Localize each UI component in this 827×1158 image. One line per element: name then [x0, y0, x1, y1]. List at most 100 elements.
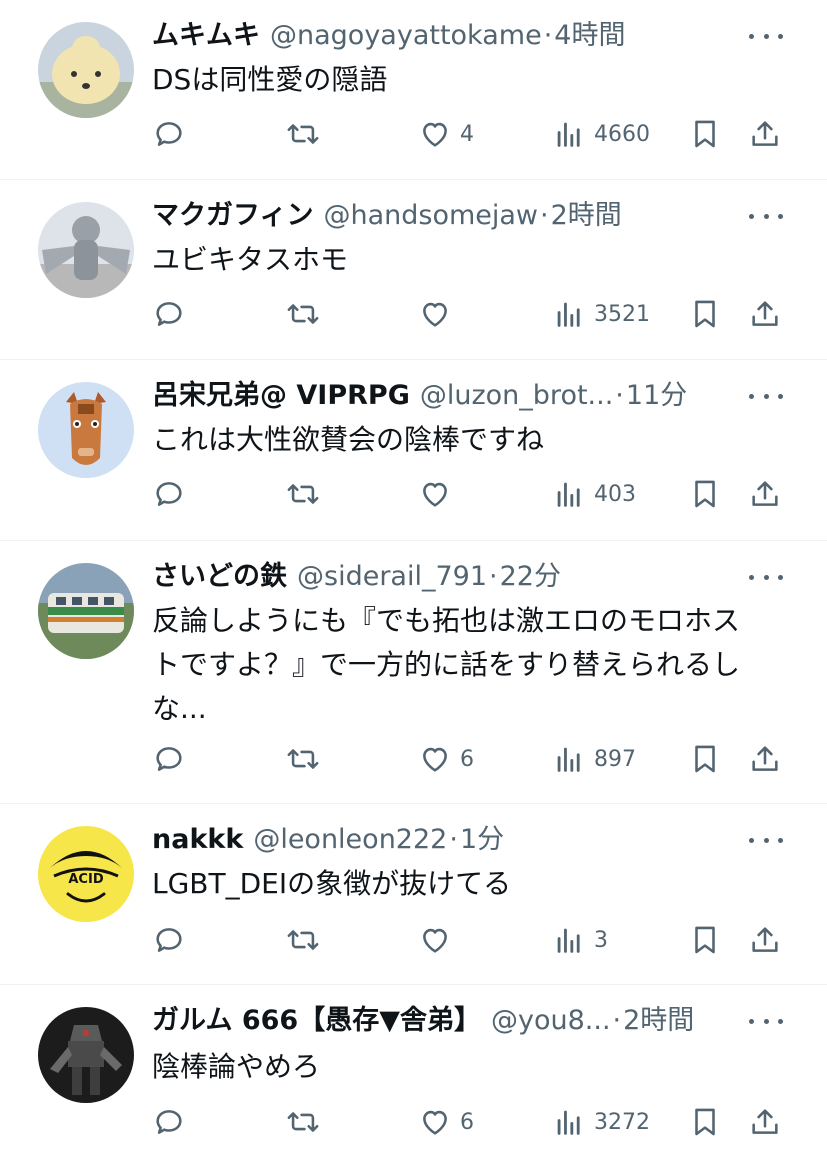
separator: ·	[449, 824, 458, 855]
retweet-button[interactable]	[286, 474, 320, 514]
tweet[interactable]: ACID nakkk @leonleon222 · 1分 LGBT_DEIの象徴…	[0, 804, 827, 984]
tweet-header: nakkk @leonleon222 · 1分	[152, 820, 767, 860]
action-bar: 4 4660	[0, 114, 827, 154]
more-icon[interactable]	[749, 567, 783, 587]
retweet-button[interactable]	[286, 294, 320, 334]
bookmark-icon	[695, 926, 715, 954]
views-icon	[557, 928, 580, 953]
user-avatar[interactable]	[38, 563, 134, 659]
heart-icon	[423, 747, 447, 772]
like-button[interactable]	[418, 294, 460, 334]
acid-logo-text: ACID	[68, 872, 103, 887]
bookmark-icon	[695, 1108, 715, 1136]
views-button[interactable]: 897	[552, 739, 636, 779]
timestamp[interactable]: 22分	[500, 557, 561, 597]
share-button[interactable]	[748, 474, 782, 514]
display-name[interactable]: ムキムキ	[152, 16, 260, 56]
user-handle[interactable]: @you8...	[491, 1001, 611, 1041]
reply-button[interactable]	[152, 474, 186, 514]
user-avatar[interactable]: ACID	[38, 826, 134, 922]
tweet[interactable]: さいどの鉄 @siderail_791 · 22分 反論しようにも『でも拓也は激…	[0, 541, 827, 803]
timestamp[interactable]: 2時間	[551, 196, 622, 236]
timestamp[interactable]: 1分	[460, 820, 504, 860]
view-count: 4660	[594, 121, 650, 147]
user-handle[interactable]: @siderail_791	[297, 557, 487, 597]
like-button[interactable]	[418, 474, 460, 514]
user-handle[interactable]: @handsomejaw	[323, 196, 538, 236]
reply-icon	[156, 747, 182, 771]
share-button[interactable]	[748, 294, 782, 334]
bookmark-button[interactable]	[688, 920, 722, 960]
more-icon[interactable]	[749, 386, 783, 406]
retweet-button[interactable]	[286, 114, 320, 154]
tweet[interactable]: ガルム 666【愚存▼舎弟】 @you8... · 2時間 陰棒論やめろ 6 3…	[0, 985, 827, 1158]
bookmark-icon	[695, 300, 715, 328]
retweet-icon	[287, 304, 319, 324]
separator: ·	[489, 561, 498, 592]
reply-button[interactable]	[152, 739, 186, 779]
action-bar: 6 897	[0, 739, 827, 779]
views-button[interactable]: 3	[552, 920, 608, 960]
user-handle[interactable]: @nagoyayattokame	[270, 16, 542, 56]
more-icon[interactable]	[749, 830, 783, 850]
display-name[interactable]: nakkk	[152, 820, 243, 860]
avatar-image	[38, 202, 134, 298]
tweet[interactable]: ムキムキ @nagoyayattokame · 4時間 DSは同性愛の隠語 4 …	[0, 0, 827, 180]
user-avatar[interactable]	[38, 382, 134, 478]
display-name[interactable]: マクガフィン	[152, 196, 313, 236]
display-name[interactable]: さいどの鉄	[152, 557, 287, 597]
more-icon[interactable]	[749, 26, 783, 46]
retweet-button[interactable]	[286, 920, 320, 960]
share-button[interactable]	[748, 1102, 782, 1142]
retweet-icon	[287, 1112, 319, 1132]
more-icon[interactable]	[749, 206, 783, 226]
like-button[interactable]	[418, 920, 460, 960]
tweet[interactable]: 呂宋兄弟@ VIPRPG @luzon_brot... · 11分 これは大性欲…	[0, 360, 827, 540]
separator: ·	[615, 380, 624, 411]
reply-button[interactable]	[152, 294, 186, 334]
share-icon	[752, 927, 778, 952]
reply-button[interactable]	[152, 920, 186, 960]
reply-button[interactable]	[152, 114, 186, 154]
bookmark-button[interactable]	[688, 474, 722, 514]
display-name[interactable]: ガルム 666【愚存▼舎弟】	[152, 1001, 481, 1041]
share-button[interactable]	[748, 739, 782, 779]
action-bar: 3	[0, 920, 827, 960]
tweet-header: ガルム 666【愚存▼舎弟】 @you8... · 2時間	[152, 1001, 767, 1041]
retweet-icon	[287, 930, 319, 950]
timestamp[interactable]: 2時間	[623, 1001, 694, 1041]
reply-button[interactable]	[152, 1102, 186, 1142]
retweet-button[interactable]	[286, 739, 320, 779]
like-button[interactable]: 4	[418, 114, 474, 154]
avatar-image: ACID	[38, 826, 134, 922]
avatar-image	[38, 22, 134, 118]
user-avatar[interactable]	[38, 1007, 134, 1103]
bookmark-button[interactable]	[688, 294, 722, 334]
share-button[interactable]	[748, 114, 782, 154]
share-button[interactable]	[748, 920, 782, 960]
user-handle[interactable]: @luzon_brot...	[420, 376, 613, 416]
views-button[interactable]: 3272	[552, 1102, 650, 1142]
bookmark-button[interactable]	[688, 1102, 722, 1142]
like-button[interactable]: 6	[418, 739, 474, 779]
share-icon	[752, 301, 778, 326]
bookmark-button[interactable]	[688, 114, 722, 154]
display-name[interactable]: 呂宋兄弟@ VIPRPG	[152, 376, 410, 416]
reply-icon	[156, 482, 182, 506]
user-avatar[interactable]	[38, 22, 134, 118]
user-handle[interactable]: @leonleon222	[253, 820, 447, 860]
retweet-button[interactable]	[286, 1102, 320, 1142]
like-count: 4	[460, 121, 474, 147]
more-icon[interactable]	[749, 1011, 783, 1031]
action-bar: 6 3272	[0, 1102, 827, 1142]
tweet[interactable]: マクガフィン @handsomejaw · 2時間 ユビキタスホモ 3521	[0, 180, 827, 360]
views-button[interactable]: 4660	[552, 114, 650, 154]
timestamp[interactable]: 4時間	[554, 16, 625, 56]
like-button[interactable]: 6	[418, 1102, 474, 1142]
user-avatar[interactable]	[38, 202, 134, 298]
views-button[interactable]: 403	[552, 474, 636, 514]
separator: ·	[540, 200, 549, 231]
timestamp[interactable]: 11分	[626, 376, 687, 416]
views-button[interactable]: 3521	[552, 294, 650, 334]
bookmark-button[interactable]	[688, 739, 722, 779]
